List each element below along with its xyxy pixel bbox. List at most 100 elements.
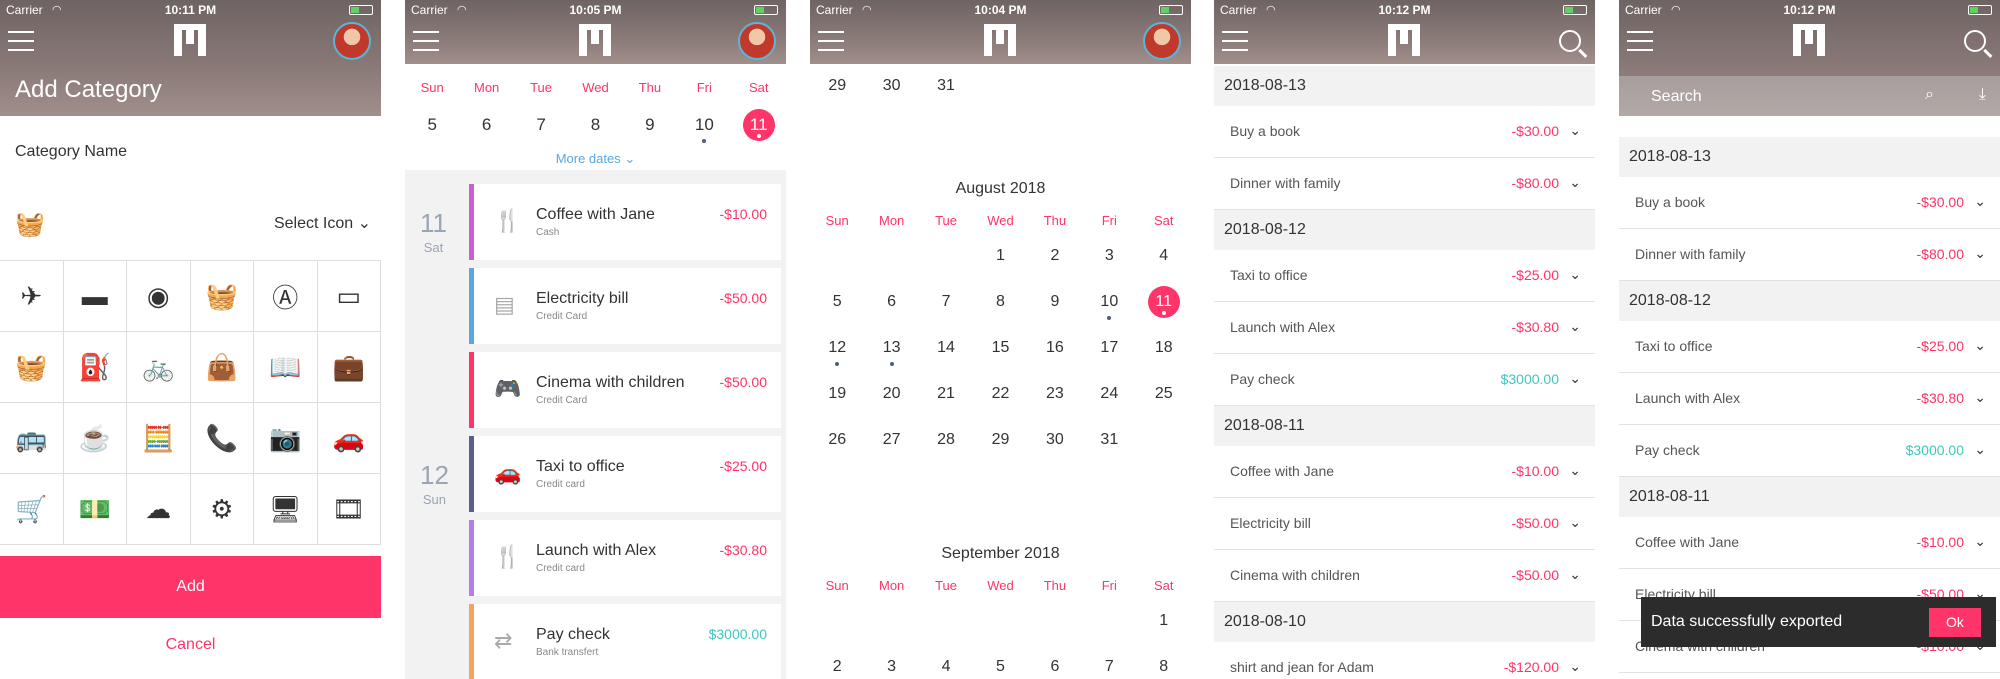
category-icon-option[interactable]: ⛽ — [63, 332, 127, 403]
search-icon[interactable] — [1559, 30, 1581, 52]
calendar-day[interactable]: 27 — [864, 424, 918, 456]
calendar-day[interactable]: 2 — [810, 651, 864, 679]
search-bar[interactable]: Search ⌕ ⤓ — [1619, 76, 2000, 116]
list-item[interactable]: Buy a book -$30.00 ⌄ — [1214, 106, 1595, 158]
chevron-down-icon[interactable]: ⌄ — [1569, 566, 1581, 583]
category-icon-option[interactable]: 👜 — [190, 332, 254, 403]
transaction-card[interactable]: 🎮 Cinema with children Credit Card -$50.00 — [469, 352, 781, 428]
week-day[interactable]: Sat 11 — [732, 80, 786, 141]
transaction-card[interactable]: 🚗 Taxi to office Credit card -$25.00 — [469, 436, 781, 512]
chevron-down-icon[interactable]: ⌄ — [1569, 514, 1581, 531]
calendar-day[interactable]: 15 — [973, 332, 1027, 364]
calendar-day[interactable]: 23 — [1028, 378, 1082, 410]
calendar-day[interactable]: 19 — [810, 378, 864, 410]
list-item[interactable]: Pay check $3000.00 ⌄ — [1619, 425, 2000, 477]
week-day[interactable]: Wed 8 — [568, 80, 622, 141]
transaction-card[interactable]: 🍴 Coffee with Jane Cash -$10.00 — [469, 184, 781, 260]
calendar-day[interactable]: 4 — [1137, 240, 1191, 272]
chevron-down-icon[interactable]: ⌄ — [1569, 370, 1581, 387]
list-item[interactable]: Buy a book -$30.00 ⌄ — [1619, 177, 2000, 229]
category-icon-option[interactable]: 🧺 — [0, 332, 64, 403]
list-item[interactable]: Coffee with Jane -$10.00 ⌄ — [1214, 446, 1595, 498]
calendar-day[interactable]: 25 — [1137, 378, 1191, 410]
calendar-day[interactable]: 6 — [1028, 651, 1082, 679]
list-item[interactable]: Taxi to office -$25.00 ⌄ — [1214, 250, 1595, 302]
calendar-day[interactable]: 5 — [810, 286, 864, 318]
calendar-day[interactable]: 29 — [973, 424, 1027, 456]
list-item[interactable]: Launch with Alex -$30.80 ⌄ — [1214, 302, 1595, 354]
list-item[interactable]: Dinner with family -$80.00 ⌄ — [1619, 229, 2000, 281]
week-day[interactable]: Mon 6 — [459, 80, 513, 141]
calendar-day[interactable]: 22 — [973, 378, 1027, 410]
category-icon-option[interactable]: 🚗 — [317, 403, 381, 474]
calendar-day[interactable]: 3 — [864, 651, 918, 679]
calendar-day[interactable]: 7 — [919, 286, 973, 318]
calendar-day[interactable]: 1 — [973, 240, 1027, 272]
calendar-day[interactable]: 20 — [864, 378, 918, 410]
chevron-down-icon[interactable]: ⌄ — [1974, 337, 1986, 354]
calendar-day[interactable]: 16 — [1028, 332, 1082, 364]
selected-date[interactable]: 11 — [742, 109, 775, 141]
category-icon-option[interactable]: 📷 — [254, 403, 318, 474]
category-name-field[interactable]: Category Name — [15, 143, 127, 161]
week-day[interactable]: Fri 10 — [677, 80, 731, 143]
ok-button[interactable]: Ok — [1929, 608, 1981, 637]
calendar-day[interactable]: 30 — [864, 70, 918, 102]
calendar-day[interactable]: 6 — [864, 286, 918, 318]
calendar-day[interactable]: 14 — [919, 332, 973, 364]
calendar-day[interactable]: 28 — [919, 424, 973, 456]
transaction-card[interactable]: 🍴 Launch with Alex Credit card -$30.80 — [469, 520, 781, 596]
add-button[interactable]: Add — [0, 556, 381, 618]
category-icon-option[interactable]: 💼 — [317, 332, 381, 403]
select-icon-dropdown[interactable]: Select Icon ⌄ — [274, 213, 371, 233]
list-item[interactable]: Electricity bill -$50.00 ⌄ — [1214, 498, 1595, 550]
calendar-day[interactable]: 8 — [973, 286, 1027, 318]
list-item[interactable]: Launch with Alex -$30.80 ⌄ — [1619, 373, 2000, 425]
week-day[interactable]: Thu 9 — [623, 80, 677, 141]
category-icon-option[interactable]: ✈ — [0, 261, 64, 332]
avatar[interactable] — [333, 22, 371, 60]
list-item[interactable]: Pay check $3000.00 ⌄ — [1214, 354, 1595, 406]
chevron-down-icon[interactable]: ⌄ — [1974, 245, 1986, 262]
category-icon-option[interactable]: 🧺 — [190, 261, 254, 332]
calendar-day[interactable]: 31 — [919, 70, 973, 102]
category-icon-option[interactable]: ▭ — [317, 261, 381, 332]
download-icon[interactable]: ⤓ — [1979, 86, 1986, 104]
chevron-down-icon[interactable]: ⌄ — [1974, 533, 1986, 550]
more-dates-link[interactable]: More dates ⌄ — [405, 151, 786, 167]
category-icon-option[interactable]: 🖥 — [254, 474, 318, 545]
calendar-day[interactable]: 29 — [810, 70, 864, 102]
calendar-day[interactable]: 4 — [919, 651, 973, 679]
category-icon-option[interactable]: ◉ — [127, 261, 191, 332]
search-icon[interactable] — [1964, 30, 1986, 52]
calendar-day[interactable]: 26 — [810, 424, 864, 456]
chevron-down-icon[interactable]: ⌄ — [1974, 441, 1986, 458]
avatar[interactable] — [738, 22, 776, 60]
category-icon-option[interactable]: Ⓐ — [254, 261, 318, 332]
menu-icon[interactable] — [413, 31, 439, 51]
transaction-card[interactable]: ⇄ Pay check Bank transfert $3000.00 — [469, 604, 781, 679]
calendar-day[interactable]: 10 — [1082, 286, 1136, 320]
avatar[interactable] — [1143, 22, 1181, 60]
calendar-day[interactable]: 17 — [1082, 332, 1136, 364]
chevron-down-icon[interactable]: ⌄ — [1569, 122, 1581, 139]
menu-icon[interactable] — [1627, 31, 1653, 51]
calendar-day[interactable]: 9 — [1028, 286, 1082, 318]
calendar-day[interactable]: 13 — [864, 332, 918, 366]
week-day[interactable]: Tue 7 — [514, 80, 568, 141]
list-item[interactable]: Dinner with family -$80.00 ⌄ — [1214, 158, 1595, 210]
calendar-day[interactable]: 30 — [1028, 424, 1082, 456]
calendar-day[interactable]: 1 — [1137, 605, 1191, 637]
list-item[interactable]: Taxi to office -$25.00 ⌄ — [1619, 321, 2000, 373]
calendar-day[interactable]: 5 — [973, 651, 1027, 679]
calendar-day[interactable]: 11 — [1137, 286, 1191, 318]
menu-icon[interactable] — [818, 31, 844, 51]
calendar-day[interactable]: 24 — [1082, 378, 1136, 410]
cancel-button[interactable]: Cancel — [0, 636, 381, 654]
chevron-down-icon[interactable]: ⌄ — [1569, 658, 1581, 675]
category-icon-option[interactable]: 📖 — [254, 332, 318, 403]
chevron-down-icon[interactable]: ⌄ — [1974, 193, 1986, 210]
calendar-day[interactable]: 18 — [1137, 332, 1191, 364]
calendar-day[interactable]: 12 — [810, 332, 864, 366]
search-input[interactable]: Search — [1651, 88, 1702, 106]
